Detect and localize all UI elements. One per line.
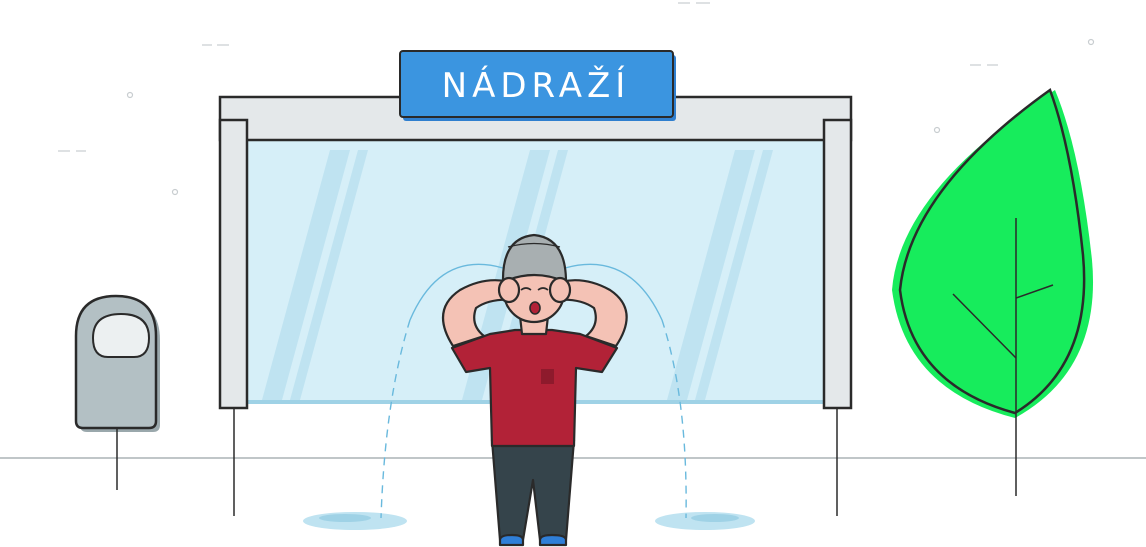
- tree-icon: [892, 88, 1094, 496]
- sign-label: NÁDRAŽÍ: [442, 65, 631, 106]
- scene-canvas: NÁDRAŽÍ: [0, 2, 1146, 547]
- crying-at-station-illustration: NÁDRAŽÍ: [0, 0, 1146, 547]
- shelter-left-pillar: [218, 118, 249, 410]
- shelter-right-pillar: [822, 118, 853, 410]
- station-sign: NÁDRAŽÍ: [399, 50, 676, 121]
- tear-puddles: [303, 512, 755, 530]
- trash-bin-icon: [74, 294, 160, 490]
